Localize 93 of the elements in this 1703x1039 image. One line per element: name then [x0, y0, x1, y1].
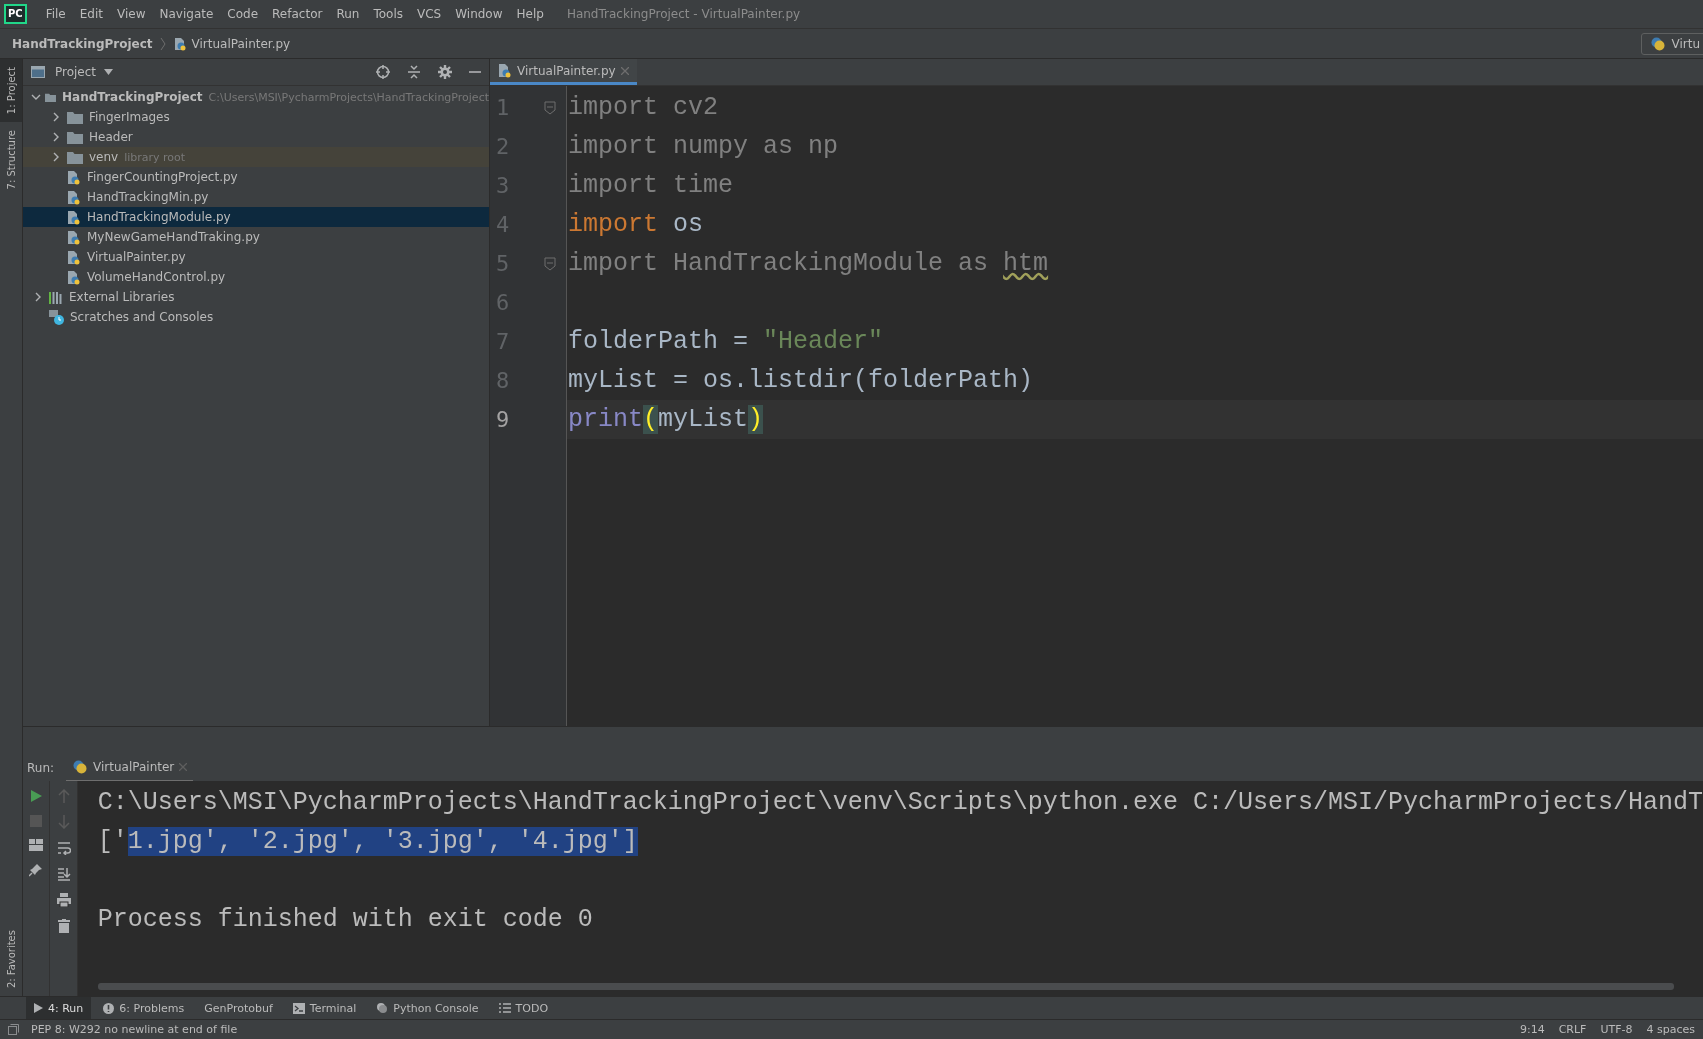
tool-window-tab[interactable]: Terminal	[284, 997, 365, 1019]
tool-window-tab[interactable]: GenProtobuf	[196, 997, 281, 1019]
tool-window-tab[interactable]: 6: Problems	[95, 997, 193, 1019]
tree-item[interactable]: Header	[23, 127, 489, 147]
run-label: Run:	[27, 761, 55, 775]
python-file-icon	[67, 189, 81, 205]
code-line: import os	[568, 210, 704, 239]
status-item[interactable]: 4 spaces	[1646, 1023, 1695, 1036]
code-line: import cv2	[568, 93, 719, 122]
menu-item[interactable]: Edit	[72, 7, 110, 21]
folder-icon	[67, 110, 83, 124]
menu-item[interactable]: Tools	[366, 7, 410, 21]
collapse-all-icon[interactable]	[407, 65, 421, 79]
status-item[interactable]: CRLF	[1558, 1023, 1587, 1036]
python-file-icon	[498, 63, 512, 78]
scrollbar[interactable]	[97, 983, 1674, 990]
menu-item[interactable]: Code	[220, 7, 266, 21]
python-file-icon	[67, 249, 81, 265]
tree-item[interactable]: VirtualPainter.py	[23, 247, 489, 267]
menu-item[interactable]: Refactor	[265, 7, 330, 21]
crosshair-icon[interactable]	[376, 65, 390, 79]
layout-icon[interactable]	[29, 839, 44, 851]
scroll-to-end-icon[interactable]	[56, 867, 71, 881]
tool-window-tab[interactable]: Python Console	[368, 997, 487, 1019]
code-line: import time	[568, 171, 734, 200]
settings-icon[interactable]	[438, 65, 452, 79]
tool-window-tab[interactable]: TODO	[490, 997, 557, 1019]
side-tool-tab[interactable]: 1: Project	[0, 59, 22, 123]
list-icon	[498, 1003, 511, 1013]
pin-icon[interactable]	[29, 863, 44, 877]
menu-item[interactable]: View	[110, 7, 153, 21]
menu-item[interactable]: Navigate	[152, 7, 221, 21]
status-item[interactable]: 9:14	[1519, 1023, 1545, 1036]
menu-item[interactable]: VCS	[410, 7, 449, 21]
side-tool-tab[interactable]: 7: Structure	[0, 122, 22, 198]
menu-item[interactable]: File	[38, 7, 73, 21]
code-line: import HandTrackingModule as htm	[568, 249, 1049, 278]
menu-item[interactable]: Window	[448, 7, 510, 21]
run-config-selector[interactable]: Virtu	[1641, 32, 1703, 55]
terminal-icon	[292, 1002, 305, 1014]
panel-icon	[31, 66, 45, 78]
editor-tab[interactable]: VirtualPainter.py	[490, 59, 637, 85]
tree-item[interactable]: HandTrackingModule.py	[23, 207, 489, 227]
python-file-icon	[67, 229, 81, 245]
python-file-icon	[67, 169, 81, 185]
status-toggle-icon[interactable]	[8, 1024, 19, 1035]
python-icon	[72, 758, 89, 775]
print-icon[interactable]	[56, 893, 71, 907]
exclamation-icon	[103, 1002, 115, 1014]
python-file-icon	[67, 209, 81, 225]
chevron-icon	[159, 36, 166, 51]
line-number: 9	[495, 407, 511, 432]
tree-item[interactable]: venv library root	[23, 147, 489, 167]
trash-icon[interactable]	[57, 919, 70, 933]
play-icon[interactable]	[29, 789, 44, 803]
code-line: print(myList)	[568, 405, 764, 434]
library-bars-icon	[49, 290, 63, 304]
status-item[interactable]: UTF-8	[1600, 1023, 1633, 1036]
tree-item[interactable]: HandTrackingMin.py	[23, 187, 489, 207]
caret-icon	[104, 69, 114, 75]
code-line: folderPath = "Header"	[568, 327, 884, 356]
breadcrumb-item[interactable]: HandTrackingProject	[12, 36, 153, 51]
tree-item[interactable]: External Libraries	[23, 287, 489, 307]
menu-item[interactable]: Help	[509, 7, 551, 21]
breadcrumb-item[interactable]: VirtualPainter.py	[191, 36, 291, 51]
tree-item[interactable]: Scratches and Consoles	[23, 307, 489, 327]
python-file-icon	[172, 36, 187, 51]
tree-item[interactable]: HandTrackingProject C:\Users\MSI\PycharmProjects\HandTrackingProject	[23, 87, 489, 107]
side-tool-tab[interactable]: 2: Favorites	[0, 921, 22, 996]
status-message: PEP 8: W292 no newline at end of file	[31, 1023, 238, 1036]
window-title: HandTrackingProject - VirtualPainter.py	[566, 7, 801, 21]
scratches-icon	[49, 309, 64, 325]
folder-icon	[67, 150, 83, 164]
menu-item[interactable]: Run	[329, 7, 367, 21]
play-icon	[34, 1003, 43, 1013]
app-logo: PC	[4, 4, 27, 24]
project-view-dropdown[interactable]: Project	[51, 65, 118, 79]
folder-icon	[67, 130, 83, 144]
console-line: C:\Users\MSI\PycharmProjects\HandTrackingProject\venv\Scripts\python.exe C:/Users/MSI/PycharmProjects/HandT	[97, 788, 1703, 817]
tree-item[interactable]: FingerImages	[23, 107, 489, 127]
tree-item[interactable]: MyNewGameHandTraking.py	[23, 227, 489, 247]
python-icon	[376, 1002, 389, 1014]
tree-item[interactable]: VolumeHandControl.py	[23, 267, 489, 287]
fold-marker-icon[interactable]	[544, 100, 556, 115]
code-line: import numpy as np	[568, 132, 839, 161]
console-line: Process finished with exit code 0	[97, 905, 593, 934]
fold-marker-icon[interactable]	[544, 256, 556, 271]
tool-window-tab[interactable]: 4: Run	[26, 997, 92, 1019]
python-file-icon	[67, 269, 81, 285]
python-icon	[1650, 35, 1667, 52]
code-line: myList = os.listdir(folderPath)	[568, 366, 1034, 395]
tree-item[interactable]: FingerCountingProject.py	[23, 167, 489, 187]
soft-wrap-icon[interactable]	[56, 841, 71, 855]
